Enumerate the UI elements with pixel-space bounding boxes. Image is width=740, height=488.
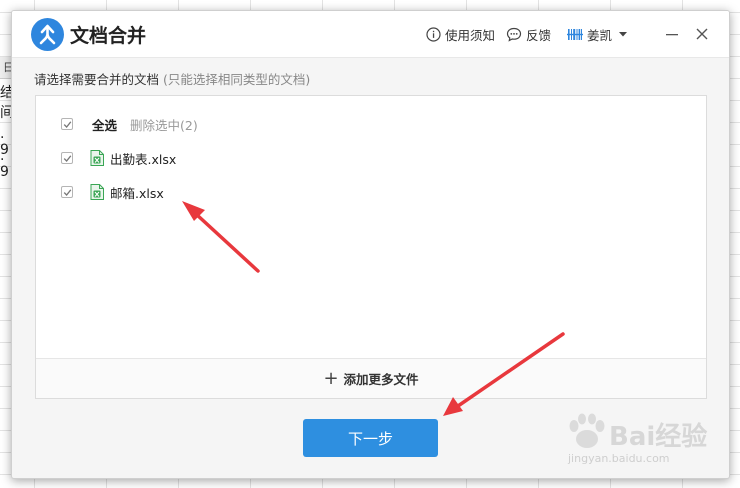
plus-icon: +	[323, 367, 339, 389]
help-label: 使用须知	[445, 27, 496, 43]
user-menu[interactable]: 姜凯	[567, 25, 632, 43]
close-button[interactable]	[691, 23, 713, 45]
close-icon	[696, 28, 708, 40]
info-circle-icon	[426, 26, 441, 42]
file-row: 出勤表.xlsx	[61, 149, 176, 167]
select-all-checkbox[interactable]	[61, 118, 73, 130]
instruction-label: 请选择需要合并的文档	[34, 72, 160, 87]
chat-bubble-icon	[506, 27, 522, 42]
checkmark-icon	[63, 155, 72, 162]
add-more-files-button[interactable]: + 添加更多文件	[36, 358, 706, 398]
minimize-icon	[666, 34, 678, 36]
instruction-text: 请选择需要合并的文档 (只能选择相同类型的文档)	[34, 69, 310, 88]
help-link[interactable]: 使用须知	[426, 25, 495, 43]
user-name: 姜凯	[587, 27, 613, 43]
checkmark-icon	[63, 121, 72, 128]
add-more-label: 添加更多文件	[343, 372, 419, 387]
merge-icon	[31, 18, 64, 51]
dialog-titlebar: 文档合并 使用须知 反馈 姜凯	[12, 11, 729, 58]
file-name: 出勤表.xlsx	[110, 151, 177, 167]
feedback-label: 反馈	[526, 27, 552, 43]
instruction-hint: (只能选择相同类型的文档)	[163, 72, 311, 87]
caret-down-icon	[619, 32, 628, 37]
checkmark-icon	[63, 189, 72, 196]
excel-file-icon	[90, 150, 104, 166]
select-all-row: 全选 删除选中(2)	[61, 115, 198, 133]
next-step-button[interactable]: 下一步	[303, 419, 438, 457]
file-checkbox[interactable]	[61, 186, 73, 198]
file-list-panel: 全选 删除选中(2) 出勤表.xlsx 邮箱.xlsx + 添加更多文件	[35, 95, 707, 399]
file-row: 邮箱.xlsx	[61, 183, 164, 201]
excel-file-icon	[90, 184, 104, 200]
minimize-button[interactable]	[661, 23, 683, 45]
file-name: 邮箱.xlsx	[110, 185, 164, 201]
feedback-link[interactable]: 反馈	[506, 25, 551, 43]
barcode-avatar-icon	[567, 28, 583, 40]
select-all-label: 全选	[92, 117, 118, 133]
delete-selected-link[interactable]: 删除选中(2)	[130, 115, 198, 134]
file-checkbox[interactable]	[61, 152, 73, 164]
merge-documents-dialog: 文档合并 使用须知 反馈 姜凯 请选择需要合并的文档 (只能选择相同类型的文档)…	[11, 10, 730, 479]
dialog-title: 文档合并	[70, 25, 147, 47]
